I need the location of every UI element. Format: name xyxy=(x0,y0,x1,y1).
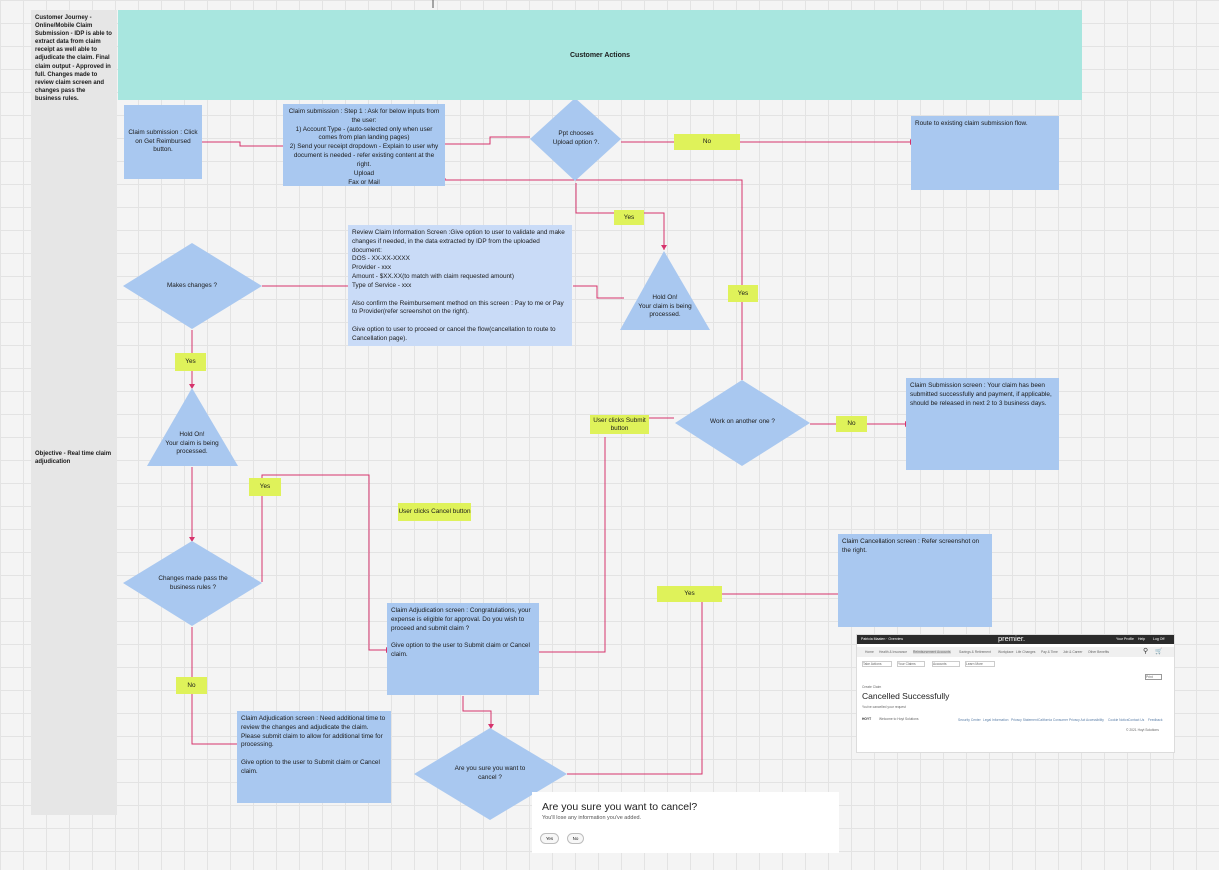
user-clicks-cancel-label: User clicks Cancel button xyxy=(398,503,471,521)
label-yes-upload: Yes xyxy=(614,210,644,225)
label-no-another: No xyxy=(836,416,867,432)
changes-pass-text: Changes made pass the business rules ? xyxy=(158,575,228,591)
lane-label-objective: Objective - Real time claim adjudication xyxy=(35,451,112,466)
mock-nav-item[interactable]: Other Benefits xyxy=(1088,650,1109,654)
search-icon[interactable]: ⚲ xyxy=(1143,647,1148,655)
mock-filter[interactable]: Take Actions xyxy=(862,661,892,667)
mock-brand: premier. xyxy=(998,634,1026,643)
mock-footer-link[interactable]: Cookie Notice xyxy=(1108,718,1129,722)
mock-filter[interactable]: Learn More xyxy=(965,661,995,667)
mock-nav-item[interactable]: Home xyxy=(865,650,874,654)
mock-heading: Cancelled Successfully xyxy=(862,691,950,701)
review-screen-box: Review Claim Information Screen :Give op… xyxy=(348,225,572,346)
label-yes-cancel: Yes xyxy=(657,586,722,602)
label-yes-another: Yes xyxy=(728,285,758,302)
mock-nav-item[interactable]: Workplace xyxy=(998,650,1014,654)
mock-footer-link[interactable]: Feedback xyxy=(1148,718,1162,722)
user-clicks-submit-label: User clicks Submit button xyxy=(590,415,649,434)
cancel-dialog-title: Are you sure you want to cancel? xyxy=(542,801,698,813)
label-yes-pass: Yes xyxy=(249,478,281,496)
ppt-chooses-text: Ppt chooses Upload option ?. xyxy=(552,130,600,146)
mock-filter[interactable]: Accounts xyxy=(932,661,960,667)
mock-nav-item[interactable]: Reimbursement Accounts xyxy=(913,650,951,654)
cancelled-screen-mock: Patricia Maaten · Overview premier. Your… xyxy=(856,634,1175,753)
mock-topbar: Patricia Maaten · Overview premier. Your… xyxy=(857,634,1174,644)
mock-nav-item[interactable]: Life Changes xyxy=(1016,650,1035,654)
mock-copyright: © 2021 Hoyt Solutions xyxy=(1126,728,1159,732)
route-existing-box: Route to existing claim submission flow. xyxy=(911,116,1059,190)
hold-on-1-text: Hold On! Your claim is being processed. xyxy=(638,294,692,319)
mock-logoff-link[interactable]: Log Off xyxy=(1153,637,1164,641)
adjudication-more-time-box: Claim Adjudication screen : Need additio… xyxy=(237,711,391,803)
mock-footer-text: Welcome to Hoyt Solutions xyxy=(879,717,919,721)
lane-label-journey: Customer Journey - Online/Mobile Claim S… xyxy=(31,10,117,102)
mock-message: You've cancelled your request xyxy=(862,705,906,709)
mock-footer-link[interactable]: Accessibility xyxy=(1086,718,1104,722)
cancel-dialog-yes-button[interactable]: Yes xyxy=(540,833,559,844)
mock-breadcrumb: Create Claim xyxy=(862,685,882,689)
adjudication-congrats-box: Claim Adjudication screen : Congratulati… xyxy=(387,603,539,695)
mock-filter[interactable]: Your Claims xyxy=(897,661,925,667)
mock-footer-link[interactable]: Contact Us xyxy=(1128,718,1144,722)
mock-nav-item[interactable]: Job & Career xyxy=(1063,650,1082,654)
hold-on-2-text: Hold On! Your claim is being processed. xyxy=(165,431,219,456)
mock-nav: Home Health & Insurance Reimbursement Ac… xyxy=(857,647,1174,657)
cancel-dialog-subtitle: You'll lose any information you've added… xyxy=(542,815,642,821)
cart-icon[interactable]: 🛒 xyxy=(1155,648,1162,655)
mock-top-left: Patricia Maaten · Overview xyxy=(861,637,904,641)
mock-print-button[interactable]: Print xyxy=(1145,674,1162,680)
mock-nav-item[interactable]: Health & Insurance xyxy=(879,650,907,654)
work-another-text: Work on another one ? xyxy=(710,417,775,425)
mock-help-link[interactable]: Help xyxy=(1138,637,1145,641)
makes-changes-text: Makes changes ? xyxy=(166,281,218,289)
submission-screen-box: Claim Submission screen : Your claim has… xyxy=(906,378,1059,470)
customer-actions-header: Customer Actions xyxy=(118,10,1082,100)
cancel-dialog-mock: Are you sure you want to cancel? You'll … xyxy=(532,792,839,853)
label-no-pass: No xyxy=(176,677,207,694)
mock-footer-link[interactable]: Privacy Statement xyxy=(1011,718,1038,722)
cancel-dialog-no-button[interactable]: No xyxy=(567,833,584,844)
mock-footer-link[interactable]: Legal Information xyxy=(983,718,1008,722)
mock-footer-link[interactable]: Security Center xyxy=(958,718,981,722)
sure-cancel-text: Are you sure you want to cancel ? xyxy=(454,765,526,781)
step1-box: Claim submission : Step 1 : Ask for belo… xyxy=(283,104,445,186)
mock-profile-link[interactable]: Your Profile xyxy=(1116,637,1134,641)
mock-nav-item[interactable]: Savings & Retirement xyxy=(959,650,991,654)
mock-nav-item[interactable]: Pay & Time xyxy=(1041,650,1058,654)
label-yes-changes: Yes xyxy=(175,353,206,371)
click-reimbursed-box: Claim submission : Click on Get Reimburs… xyxy=(124,105,202,179)
mock-footer-link[interactable]: California Consumer Privacy Act xyxy=(1038,718,1085,722)
cancellation-screen-box: Claim Cancellation screen : Refer screen… xyxy=(838,534,992,627)
mock-footer-logo: HOYT xyxy=(862,717,872,721)
label-no-route: No xyxy=(674,134,740,150)
